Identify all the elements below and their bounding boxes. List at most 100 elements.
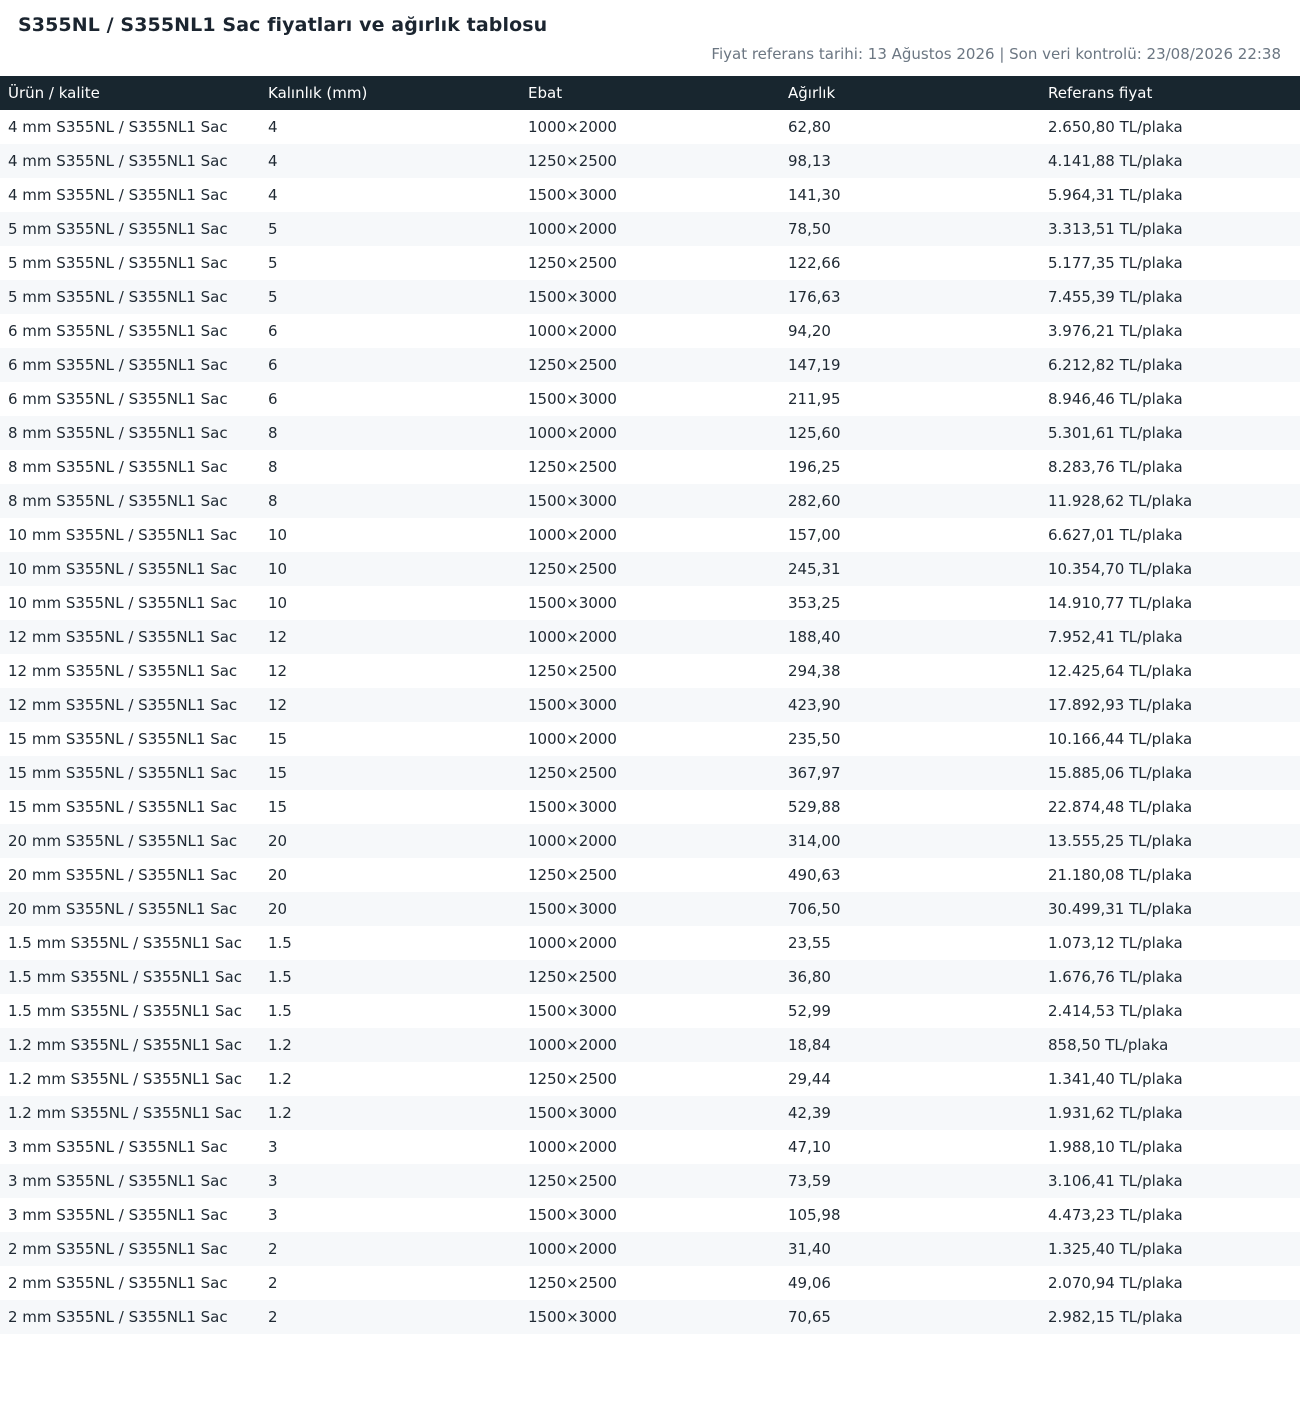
cell-product: 2 mm S355NL / S355NL1 Sac <box>8 1274 228 1292</box>
table-row: 3 mm S355NL / S355NL1 Sac 3 1250×2500 73,59… <box>0 1164 1300 1198</box>
cell-size: 1250×2500 <box>528 254 617 272</box>
cell-thickness: 8 <box>260 416 520 450</box>
cell-price: 12.425,64 TL/plaka <box>1048 662 1193 680</box>
table-row: 4 mm S355NL / S355NL1 Sac 4 1500×3000 141,3… <box>0 178 1300 212</box>
cell-thickness: 5 <box>260 212 520 246</box>
cell-thickness: 3 <box>268 1206 278 1224</box>
cell-product: 4 mm S355NL / S355NL1 Sac <box>8 118 228 136</box>
cell-price: 22.874,48 TL/plaka <box>1048 798 1193 816</box>
cell-product: 5 mm S355NL / S355NL1 Sac <box>0 280 260 314</box>
cell-size: 1250×2500 <box>520 1164 780 1198</box>
cell-weight: 122,66 <box>788 254 841 272</box>
table-row: 1.5 mm S355NL / S355NL1 Sac 1.5 1250×2500 3… <box>0 960 1300 994</box>
cell-weight: 211,95 <box>788 390 841 408</box>
cell-weight: 294,38 <box>788 662 841 680</box>
table-row: 2 mm S355NL / S355NL1 Sac 2 1500×3000 70,65… <box>0 1300 1300 1334</box>
cell-weight: 176,63 <box>780 280 1040 314</box>
cell-size: 1000×2000 <box>528 1138 617 1156</box>
cell-thickness: 6 <box>268 322 278 340</box>
cell-weight: 282,60 <box>780 484 1040 518</box>
column-header-thickness: Kalınlık (mm) <box>260 76 520 110</box>
cell-size: 1000×2000 <box>520 1232 780 1266</box>
cell-product: 1.2 mm S355NL / S355NL1 Sac <box>0 1096 260 1130</box>
cell-price: 6.627,01 TL/plaka <box>1048 526 1183 544</box>
cell-product: 6 mm S355NL / S355NL1 Sac <box>0 348 260 382</box>
table-row: 12 mm S355NL / S355NL1 Sac 12 1250×2500 294… <box>0 654 1300 688</box>
cell-size: 1500×3000 <box>520 892 780 926</box>
table-row: 5 mm S355NL / S355NL1 Sac 5 1250×2500 122,6… <box>0 246 1300 280</box>
cell-price: 4.473,23 TL/plaka <box>1048 1206 1183 1224</box>
cell-weight: 31,40 <box>780 1232 1040 1266</box>
cell-size: 1500×3000 <box>528 594 617 612</box>
table-row: 15 mm S355NL / S355NL1 Sac 15 1250×2500 367… <box>0 756 1300 790</box>
table-row: 15 mm S355NL / S355NL1 Sac 15 1500×3000 529… <box>0 790 1300 824</box>
cell-price: 7.455,39 TL/plaka <box>1040 280 1300 314</box>
cell-product: 5 mm S355NL / S355NL1 Sac <box>8 254 228 272</box>
cell-price: 14.910,77 TL/plaka <box>1048 594 1193 612</box>
cell-size: 1500×3000 <box>528 1206 617 1224</box>
cell-weight: 147,19 <box>780 348 1040 382</box>
table-row: 10 mm S355NL / S355NL1 Sac 10 1250×2500 245… <box>0 552 1300 586</box>
cell-thickness: 5 <box>260 280 520 314</box>
cell-price: 4.141,88 TL/plaka <box>1040 144 1300 178</box>
cell-product: 12 mm S355NL / S355NL1 Sac <box>0 688 260 722</box>
cell-weight: 36,80 <box>780 960 1040 994</box>
table-row: 15 mm S355NL / S355NL1 Sac 15 1000×2000 235… <box>0 722 1300 756</box>
cell-weight: 423,90 <box>780 688 1040 722</box>
cell-size: 1500×3000 <box>520 280 780 314</box>
cell-product: 10 mm S355NL / S355NL1 Sac <box>8 526 238 544</box>
cell-thickness: 5 <box>268 254 278 272</box>
cell-price: 1.931,62 TL/plaka <box>1040 1096 1300 1130</box>
table-header: Ürün / kalite Kalınlık (mm) Ebat Ağırlık… <box>0 76 1300 110</box>
cell-product: 1.5 mm S355NL / S355NL1 Sac <box>8 934 242 952</box>
cell-size: 1000×2000 <box>520 824 780 858</box>
cell-product: 1.5 mm S355NL / S355NL1 Sac <box>0 960 260 994</box>
cell-price: 10.354,70 TL/plaka <box>1040 552 1300 586</box>
cell-weight: 141,30 <box>788 186 841 204</box>
cell-weight: 125,60 <box>780 416 1040 450</box>
cell-thickness: 4 <box>260 144 520 178</box>
cell-size: 1000×2000 <box>528 934 617 952</box>
cell-size: 1250×2500 <box>528 1274 617 1292</box>
table-row: 8 mm S355NL / S355NL1 Sac 8 1500×3000 282,6… <box>0 484 1300 518</box>
cell-thickness: 2 <box>260 1232 520 1266</box>
table-row: 1.2 mm S355NL / S355NL1 Sac 1.2 1250×2500 2… <box>0 1062 1300 1096</box>
cell-size: 1250×2500 <box>520 552 780 586</box>
cell-size: 1000×2000 <box>520 620 780 654</box>
cell-thickness: 3 <box>260 1164 520 1198</box>
table-header-row: Ürün / kalite Kalınlık (mm) Ebat Ağırlık… <box>0 76 1300 110</box>
cell-price: 30.499,31 TL/plaka <box>1040 892 1300 926</box>
table-row: 5 mm S355NL / S355NL1 Sac 5 1500×3000 176,6… <box>0 280 1300 314</box>
cell-weight: 235,50 <box>788 730 841 748</box>
table-row: 8 mm S355NL / S355NL1 Sac 8 1000×2000 125,6… <box>0 416 1300 450</box>
cell-price: 5.964,31 TL/plaka <box>1048 186 1183 204</box>
table-row: 4 mm S355NL / S355NL1 Sac 4 1000×2000 62,80… <box>0 110 1300 144</box>
cell-product: 2 mm S355NL / S355NL1 Sac <box>0 1232 260 1266</box>
cell-thickness: 4 <box>268 186 278 204</box>
cell-size: 1250×2500 <box>528 458 617 476</box>
cell-price: 17.892,93 TL/plaka <box>1040 688 1300 722</box>
cell-product: 20 mm S355NL / S355NL1 Sac <box>8 866 238 884</box>
cell-thickness: 8 <box>260 484 520 518</box>
cell-product: 20 mm S355NL / S355NL1 Sac <box>0 824 260 858</box>
cell-size: 1250×2500 <box>520 960 780 994</box>
table-row: 1.5 mm S355NL / S355NL1 Sac 1.5 1500×3000 5… <box>0 994 1300 1028</box>
cell-price: 15.885,06 TL/plaka <box>1040 756 1300 790</box>
cell-weight: 23,55 <box>788 934 831 952</box>
cell-size: 1500×3000 <box>520 1096 780 1130</box>
cell-size: 1500×3000 <box>528 390 617 408</box>
cell-product: 8 mm S355NL / S355NL1 Sac <box>0 484 260 518</box>
cell-size: 1000×2000 <box>520 212 780 246</box>
cell-thickness: 20 <box>260 892 520 926</box>
table-row: 1.5 mm S355NL / S355NL1 Sac 1.5 1000×2000 2… <box>0 926 1300 960</box>
cell-product: 12 mm S355NL / S355NL1 Sac <box>0 620 260 654</box>
table-row: 12 mm S355NL / S355NL1 Sac 12 1000×2000 188… <box>0 620 1300 654</box>
cell-size: 1000×2000 <box>528 322 617 340</box>
cell-size: 1500×3000 <box>520 484 780 518</box>
cell-size: 1250×2500 <box>520 756 780 790</box>
cell-thickness: 12 <box>260 620 520 654</box>
cell-thickness: 10 <box>268 594 288 612</box>
column-header-price: Referans fiyat <box>1040 76 1300 110</box>
cell-size: 1250×2500 <box>520 144 780 178</box>
cell-weight: 73,59 <box>780 1164 1040 1198</box>
